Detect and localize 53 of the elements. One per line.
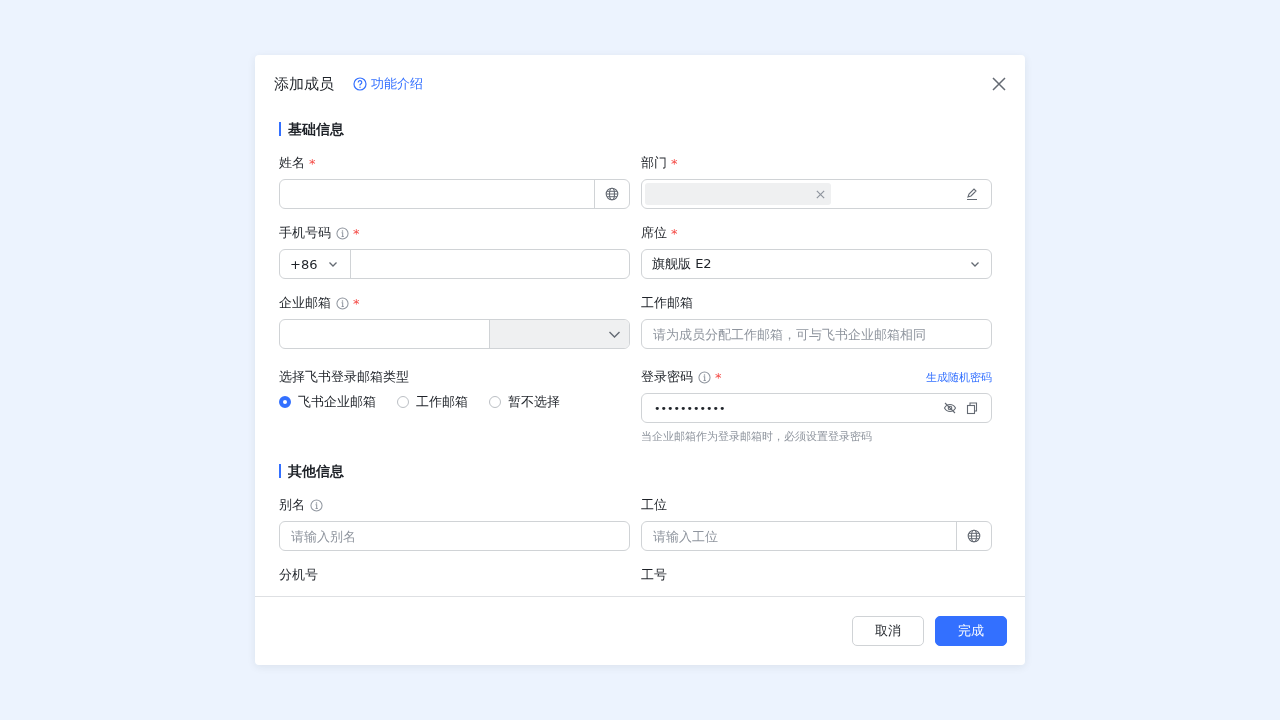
edit-icon[interactable] <box>965 187 979 201</box>
input-group[interactable]: 请输入工位 <box>641 521 992 551</box>
close-icon[interactable] <box>991 76 1007 92</box>
department-field[interactable] <box>641 179 992 209</box>
help-link[interactable]: 功能介绍 <box>353 75 423 93</box>
email-field[interactable] <box>279 319 630 349</box>
help-icon <box>353 77 367 91</box>
field-label: 企业邮箱 <box>279 294 331 312</box>
info-icon[interactable] <box>336 296 349 310</box>
section-title: 其他信息 <box>279 464 992 478</box>
field-label: 工作邮箱 <box>641 294 693 312</box>
required-mark: * <box>309 155 316 171</box>
input-field[interactable]: 请输入别名 <box>279 521 630 551</box>
field-label: 姓名 <box>279 154 305 172</box>
required-mark: * <box>353 295 360 311</box>
generate-password-link[interactable]: 生成随机密码 <box>926 369 992 385</box>
field-label: 分机号 <box>279 566 318 584</box>
required-mark: * <box>715 369 722 385</box>
text-input[interactable]: 请输入工位 <box>642 522 956 550</box>
radio-option[interactable]: 暂不选择 <box>489 393 560 411</box>
info-icon[interactable] <box>698 370 711 384</box>
field-label: 部门 <box>641 154 667 172</box>
cancel-button[interactable]: 取消 <box>852 616 924 646</box>
radio-option[interactable]: 工作邮箱 <box>397 393 468 411</box>
input-field[interactable]: 请为成员分配工作邮箱，可与飞书企业邮箱相同 <box>641 319 992 349</box>
info-icon[interactable] <box>310 498 323 512</box>
field-label: 席位 <box>641 224 667 242</box>
globe-icon[interactable] <box>967 529 981 543</box>
input-group[interactable] <box>279 179 630 209</box>
field-label: 别名 <box>279 496 305 514</box>
country-code-select[interactable]: +86 <box>280 250 351 278</box>
required-mark: * <box>671 155 678 171</box>
globe-icon[interactable] <box>605 187 619 201</box>
required-mark: * <box>353 225 360 241</box>
seat-select[interactable]: 旗舰版 E2 <box>641 249 992 279</box>
field-label: 手机号码 <box>279 224 331 242</box>
confirm-button[interactable]: 完成 <box>935 616 1007 646</box>
eye-off-icon[interactable] <box>943 401 957 415</box>
copy-icon[interactable] <box>965 401 979 415</box>
radio-option[interactable]: 飞书企业邮箱 <box>279 393 376 411</box>
section-title: 基础信息 <box>279 122 992 136</box>
radio-button[interactable] <box>279 396 291 408</box>
hint-text: 当企业邮箱作为登录邮箱时，必须设置登录密码 <box>641 429 873 444</box>
required-mark: * <box>671 225 678 241</box>
field-label: 工号 <box>641 566 667 584</box>
field-label: 工位 <box>641 496 667 514</box>
field-label: 选择飞书登录邮箱类型 <box>279 368 409 386</box>
dialog-title: 添加成员 <box>274 74 334 94</box>
password-field[interactable]: ••••••••••• <box>641 393 992 423</box>
field-label: 登录密码 <box>641 368 693 386</box>
remove-icon[interactable] <box>815 188 826 200</box>
phone-field[interactable]: +86 <box>279 249 630 279</box>
info-icon[interactable] <box>336 226 349 240</box>
